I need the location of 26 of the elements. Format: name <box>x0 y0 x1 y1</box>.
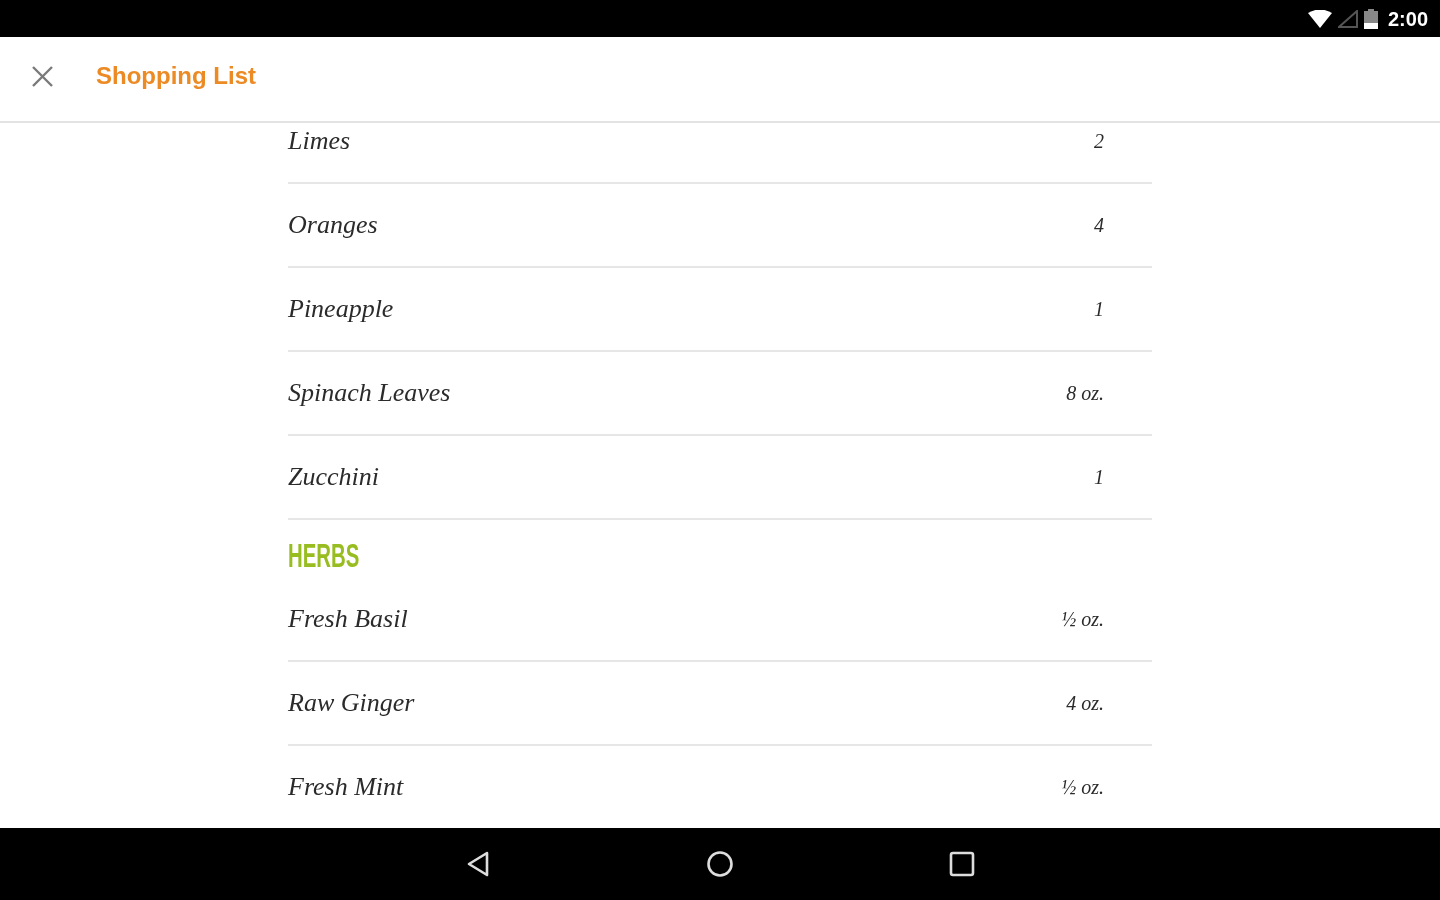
item-quantity: 4 <box>1094 213 1104 237</box>
home-icon[interactable] <box>707 851 733 877</box>
back-icon[interactable] <box>465 851 491 877</box>
close-icon[interactable] <box>32 65 53 87</box>
screen-title: Shopping List <box>96 61 256 91</box>
item-quantity: 8 oz. <box>1066 381 1104 405</box>
item-name: Fresh Mint <box>288 772 404 802</box>
item-name: Spinach Leaves <box>288 378 451 408</box>
item-quantity: ½ oz. <box>1061 775 1104 799</box>
square-icon[interactable] <box>949 851 975 877</box>
signal-icon <box>1337 9 1358 28</box>
section-heading: HERBS <box>288 539 360 571</box>
item-quantity: 4 oz. <box>1066 691 1104 715</box>
item-name: Raw Ginger <box>288 688 415 718</box>
item-name: Limes <box>288 126 351 156</box>
battery-icon <box>1363 8 1378 29</box>
status-time: 2:00 <box>1387 7 1428 30</box>
item-quantity: 1 <box>1094 297 1104 321</box>
wifi-icon <box>1307 9 1332 28</box>
item-quantity: 1 <box>1094 465 1104 489</box>
item-name: Fresh Basil <box>288 604 408 634</box>
item-quantity: 2 <box>1094 129 1104 153</box>
item-name: Zucchini <box>288 462 379 492</box>
item-name: Oranges <box>288 210 378 240</box>
item-quantity: ½ oz. <box>1061 607 1104 631</box>
item-name: Pineapple <box>288 294 394 324</box>
